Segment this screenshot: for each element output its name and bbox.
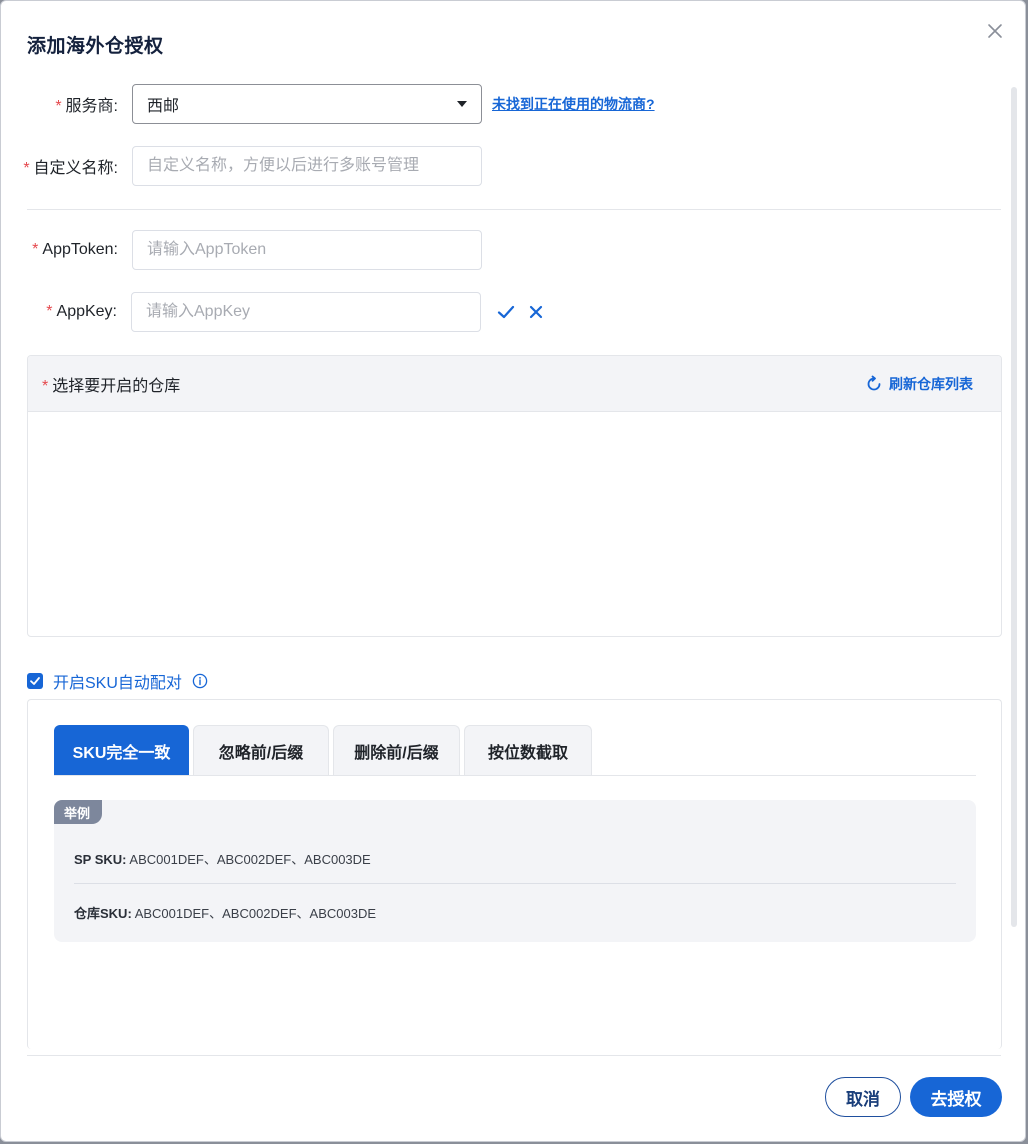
close-icon[interactable]	[983, 19, 1007, 43]
sku-rule-tabs: SKU完全一致 忽略前/后缀 删除前/后缀 按位数截取	[54, 725, 976, 776]
custom-name-input[interactable]	[132, 146, 482, 186]
tab-ignore-affix[interactable]: 忽略前/后缀	[193, 725, 329, 775]
check-icon[interactable]	[495, 301, 517, 323]
refresh-icon	[867, 375, 881, 390]
warehouse-panel-header: * 选择要开启的仓库 刷新仓库列表	[28, 356, 1001, 412]
warehouse-list	[28, 412, 1001, 636]
dialog-title: 添加海外仓授权	[27, 36, 164, 57]
sku-rule-panel: SKU完全一致 忽略前/后缀 删除前/后缀 按位数截取 举例 SP SKU: A…	[27, 699, 1002, 1049]
provider-row: * 服务商: 西邮 未找到正在使用的物流商?	[1, 84, 655, 124]
sku-auto-match-row: 开启SKU自动配对	[27, 669, 208, 693]
section-divider	[27, 209, 1001, 210]
tab-delete-affix[interactable]: 删除前/后缀	[333, 725, 460, 775]
footer-divider	[27, 1055, 1001, 1056]
sku-auto-match-checkbox[interactable]	[27, 673, 43, 689]
dialog-scrollbar[interactable]	[1011, 87, 1017, 927]
provider-label: * 服务商:	[55, 98, 118, 115]
custom-name-row: * 自定义名称:	[1, 146, 482, 186]
refresh-warehouse-label: 刷新仓库列表	[889, 375, 973, 392]
app-key-row: * AppKey:	[1, 292, 547, 332]
example-badge: 举例	[54, 800, 103, 824]
sp-sku-example: SP SKU: ABC001DEF、ABC002DEF、ABC003DE	[74, 852, 371, 867]
example-divider	[74, 883, 956, 884]
sku-auto-match-label[interactable]: 开启SKU自动配对	[53, 669, 182, 693]
cancel-button[interactable]: 取消	[825, 1077, 901, 1117]
app-key-input[interactable]	[131, 292, 481, 332]
missing-provider-link[interactable]: 未找到正在使用的物流商?	[492, 94, 655, 114]
info-icon[interactable]	[192, 673, 208, 689]
provider-select[interactable]: 西邮	[132, 84, 482, 124]
warehouse-sku-example: 仓库SKU: ABC001DEF、ABC002DEF、ABC003DE	[74, 906, 377, 921]
provider-select-value: 西邮	[147, 98, 180, 115]
custom-name-label: * 自定义名称:	[23, 160, 118, 177]
clear-key-icon[interactable]	[525, 301, 547, 323]
tab-truncate-digits[interactable]: 按位数截取	[464, 725, 592, 775]
warehouse-panel-title: * 选择要开启的仓库	[42, 377, 181, 395]
warehouse-panel: * 选择要开启的仓库 刷新仓库列表	[27, 355, 1002, 637]
example-card: 举例 SP SKU: ABC001DEF、ABC002DEF、ABC003DE …	[54, 800, 976, 942]
authorization-dialog: 添加海外仓授权 *服务商: 西邮 未找到正在使用的物流商? *自定义名称: *A…	[0, 0, 1026, 1142]
app-key-label: * AppKey:	[46, 303, 117, 320]
caret-down-icon	[457, 101, 467, 107]
app-token-input[interactable]	[132, 230, 482, 270]
tab-sku-exact[interactable]: SKU完全一致	[54, 725, 189, 775]
app-token-row: * AppToken:	[1, 230, 482, 270]
refresh-warehouse-button[interactable]: 刷新仓库列表	[865, 374, 973, 394]
authorize-button[interactable]: 去授权	[910, 1077, 1002, 1117]
app-token-label: * AppToken:	[32, 241, 118, 258]
